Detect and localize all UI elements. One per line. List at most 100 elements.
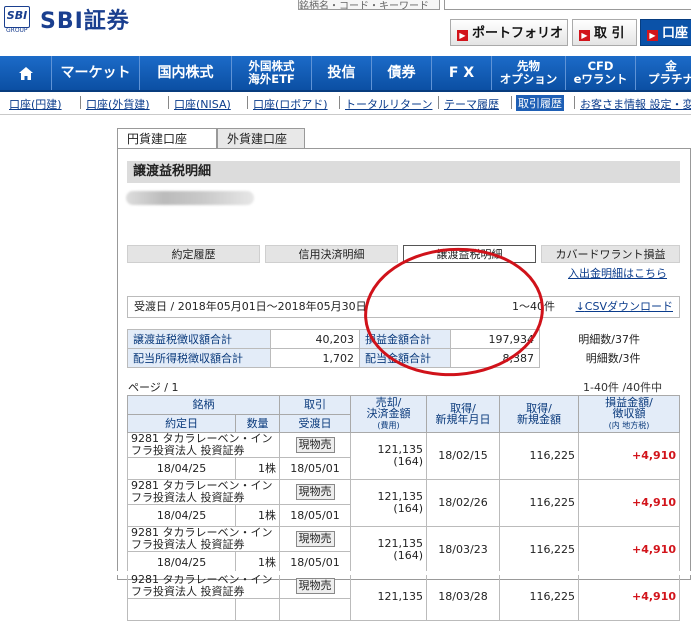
acq-date: 18/03/28 bbox=[426, 573, 500, 621]
value-transfer-tax-total: 40,203 bbox=[270, 329, 360, 349]
nav-bonds[interactable]: 債券 bbox=[372, 56, 432, 90]
trade-kind: 現物売 bbox=[279, 432, 351, 458]
exec-date: 18/04/25 bbox=[126, 457, 237, 480]
col-suryo: 数量 bbox=[235, 413, 280, 433]
table-row: 9281 タカラレーベン・インフラ投資法人 投資証券 現物売 121,135 (164… bbox=[127, 526, 680, 574]
sale-amount: 121,135 bbox=[350, 573, 427, 621]
nav-home[interactable] bbox=[0, 56, 52, 90]
account-subnav: 口座(円建) 口座(外貨建) 口座(NISA) 口座(ロボアド) トータルリター… bbox=[0, 92, 691, 115]
pager: ページ / 1 bbox=[128, 381, 179, 394]
exec-date bbox=[126, 598, 237, 621]
trade-kind: 現物売 bbox=[279, 573, 351, 599]
stock-name[interactable]: 9281 タカラレーベン・インフラ投資法人 投資証券 bbox=[127, 432, 280, 458]
subnav-account-yen[interactable]: 口座(円建) bbox=[9, 96, 62, 112]
nav-gold-platinum[interactable]: 金 プラチナ bbox=[636, 56, 691, 90]
acq-amount: 116,225 bbox=[499, 526, 579, 574]
table-row: 9281 タカラレーベン・インフラ投資法人 投資証券 現物売 121,135 18/0… bbox=[127, 573, 680, 621]
arrow-bullet-icon: ▶ bbox=[457, 30, 468, 41]
col-pl: 損益金額/ 徴収額 (内 地方税) bbox=[578, 395, 680, 433]
col-sale-amount: 売却/ 決済金額 (費用) bbox=[350, 395, 427, 433]
sale-amount: 121,135 (164) bbox=[350, 432, 427, 480]
trade-rows: 9281 タカラレーベン・インフラ投資法人 投資証券 現物売 121,135 (164… bbox=[126, 432, 680, 621]
subtab-execution-history[interactable]: 約定履歴 bbox=[127, 245, 260, 263]
csv-download-link[interactable]: ↓CSVダウンロード bbox=[576, 297, 673, 317]
stock-name[interactable]: 9281 タカラレーベン・インフラ投資法人 投資証券 bbox=[127, 479, 280, 505]
stock-search-input[interactable]: 銘柄名・コード・キーワード bbox=[298, 0, 440, 10]
trade-kind: 現物売 bbox=[279, 526, 351, 552]
subnav-account-foreign[interactable]: 口座(外貨建) bbox=[86, 96, 150, 112]
value-dividend-tax-total: 1,702 bbox=[270, 348, 360, 368]
table-row: 9281 タカラレーベン・インフラ投資法人 投資証券 現物売 121,135 (164… bbox=[127, 432, 680, 480]
sale-amount: 121,135 (164) bbox=[350, 526, 427, 574]
quantity bbox=[235, 598, 280, 621]
col-acq-date: 取得/ 新規年月日 bbox=[426, 395, 500, 433]
divider bbox=[339, 96, 340, 109]
col-torihiki: 取引 bbox=[279, 395, 351, 415]
portfolio-button[interactable]: ▶ ポートフォリオ bbox=[450, 19, 568, 46]
subnav-theme-history[interactable]: テーマ履歴 bbox=[444, 96, 499, 112]
trade-button[interactable]: ▶ 取 引 bbox=[572, 19, 637, 46]
stock-name[interactable]: 9281 タカラレーベン・インフラ投資法人 投資証券 bbox=[127, 573, 280, 599]
acq-amount: 116,225 bbox=[499, 573, 579, 621]
label-transfer-tax-total: 譲渡益税徴収額合計 bbox=[127, 329, 271, 349]
subnav-trade-history[interactable]: 取引履歴 bbox=[516, 95, 564, 111]
nav-foreign-stocks[interactable]: 外国株式 海外ETF bbox=[232, 56, 312, 90]
col-acq-amount: 取得/ 新規金額 bbox=[499, 395, 579, 433]
settle-date bbox=[279, 598, 351, 621]
nav-domestic-stocks[interactable]: 国内株式 bbox=[140, 56, 232, 90]
sbi-logo-mark[interactable]: SBI bbox=[4, 6, 30, 28]
label-dividend-tax-total: 配当所得税徴収額合計 bbox=[127, 348, 271, 368]
top-search-field[interactable] bbox=[444, 0, 691, 10]
arrow-bullet-icon: ▶ bbox=[647, 30, 658, 41]
header-row: 銘柄 取引 売却/ 決済金額 (費用) 取得/ 新規年月日 取得/ 新規金額 損益… bbox=[127, 395, 680, 433]
nav-funds[interactable]: 投信 bbox=[312, 56, 372, 90]
logo-group-label: GROUP bbox=[6, 27, 28, 34]
nav-cfd-ewarrant[interactable]: CFD eワラント bbox=[566, 56, 636, 90]
exec-date: 18/04/25 bbox=[126, 504, 237, 527]
acq-date: 18/03/23 bbox=[426, 526, 500, 574]
detail-count-1: 明細数/37件 bbox=[578, 333, 640, 346]
settle-date: 18/05/01 bbox=[279, 457, 351, 480]
sbi-logo-text[interactable]: SBI証券 bbox=[40, 3, 130, 35]
pager-range: 1-40件 /40件中 bbox=[583, 381, 663, 394]
redacted-account-name bbox=[126, 191, 254, 205]
subtab-covered-warrant[interactable]: カバードワラント損益 bbox=[541, 245, 680, 263]
nav-market[interactable]: マーケット bbox=[52, 56, 140, 90]
trade-table: 銘柄 取引 売却/ 決済金額 (費用) 取得/ 新規年月日 取得/ 新規金額 損益… bbox=[126, 395, 680, 621]
subnav-total-return[interactable]: トータルリターン bbox=[345, 96, 432, 112]
profit-loss: +4,910 bbox=[578, 526, 680, 574]
subnav-account-nisa[interactable]: 口座(NISA) bbox=[174, 96, 231, 112]
stock-name[interactable]: 9281 タカラレーベン・インフラ投資法人 投資証券 bbox=[127, 526, 280, 552]
main-nav: マーケット 国内株式 外国株式 海外ETF 投信 債券 F X 先物 オプション… bbox=[0, 56, 691, 92]
divider bbox=[247, 96, 248, 109]
divider bbox=[438, 96, 439, 109]
nav-futures-options[interactable]: 先物 オプション bbox=[492, 56, 566, 90]
nav-fx[interactable]: F X bbox=[432, 56, 492, 90]
deposit-withdrawal-link[interactable]: 入出金明細はこちら bbox=[568, 265, 667, 281]
subnav-customer-settings[interactable]: お客さま情報 設定・変 bbox=[580, 96, 691, 112]
profit-loss: +4,910 bbox=[578, 573, 680, 621]
detail-count-2: 明細数/3件 bbox=[585, 352, 641, 365]
settle-date: 18/05/01 bbox=[279, 504, 351, 527]
acq-amount: 116,225 bbox=[499, 432, 579, 480]
divider bbox=[80, 96, 81, 109]
table-row: 9281 タカラレーベン・インフラ投資法人 投資証券 現物売 121,135 (164… bbox=[127, 479, 680, 527]
profit-loss: +4,910 bbox=[578, 479, 680, 527]
account-button[interactable]: ▶ 口座 bbox=[640, 19, 691, 46]
acq-amount: 116,225 bbox=[499, 479, 579, 527]
date-range-text: 受渡日 / 2018年05月01日〜2018年05月30日 bbox=[134, 300, 367, 313]
col-yakujo: 約定日 bbox=[126, 413, 237, 433]
quantity: 1株 bbox=[235, 504, 280, 527]
tab-foreign-account[interactable]: 外貨建口座 bbox=[217, 128, 305, 148]
acq-date: 18/02/26 bbox=[426, 479, 500, 527]
arrow-bullet-icon: ▶ bbox=[579, 30, 590, 41]
subnav-account-roboad[interactable]: 口座(ロボアド) bbox=[253, 96, 328, 112]
subtab-margin-settlement[interactable]: 信用決済明細 bbox=[265, 245, 398, 263]
trade-kind: 現物売 bbox=[279, 479, 351, 505]
col-ukewatashi: 受渡日 bbox=[279, 413, 351, 433]
divider bbox=[168, 96, 169, 109]
divider bbox=[574, 96, 575, 109]
page-title: 譲渡益税明細 bbox=[127, 161, 680, 183]
divider bbox=[511, 96, 512, 109]
tab-yen-account[interactable]: 円貨建口座 bbox=[117, 128, 217, 148]
